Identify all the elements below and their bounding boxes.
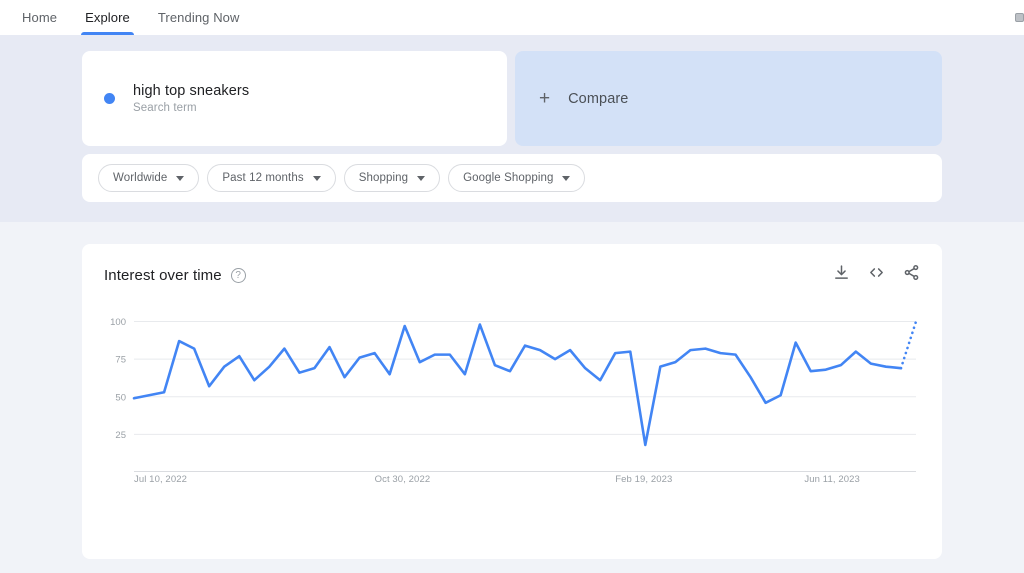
search-hero-band: high top sneakers Search term + Compare …	[0, 35, 1024, 222]
category-filter-label: Shopping	[358, 172, 409, 184]
hero-content: high top sneakers Search term + Compare …	[82, 51, 942, 202]
chart-line-partial-dotted	[899, 320, 918, 370]
search-type-filter[interactable]: Google Shopping	[448, 164, 586, 192]
chart-x-tick-label: Oct 30, 2022	[374, 474, 431, 485]
nav-tab-trending-now-label: Trending Now	[157, 10, 240, 25]
chevron-down-icon	[176, 175, 185, 181]
nav-tabs: Home Explore Trending Now	[8, 0, 254, 35]
chart-x-tick-label: Jun 11, 2023	[804, 474, 860, 485]
search-type-filter-label: Google Shopping	[463, 172, 554, 184]
chart-title: Interest over time	[104, 266, 222, 284]
chevron-down-icon	[312, 175, 321, 181]
search-term-subtitle: Search term	[133, 102, 197, 114]
chart-y-tick-label: 75	[115, 355, 126, 366]
nav-tab-explore[interactable]: Explore	[71, 0, 144, 35]
compare-card[interactable]: + Compare	[515, 51, 942, 146]
chart-action-icons	[833, 264, 920, 286]
download-icon[interactable]	[833, 264, 850, 286]
compare-label: Compare	[568, 90, 629, 107]
chart-x-axis-labels: Jul 10, 2022 Oct 30, 2022 Feb 19, 2023 Jun …	[104, 474, 920, 488]
chart-plot-area: 25 50 75 100 Jul 10, 2022 Oct 30, 2022 Feb 19…	[104, 312, 920, 512]
search-term-card[interactable]: high top sneakers Search term	[82, 51, 507, 146]
series-color-dot-icon	[104, 93, 115, 104]
nav-tab-trending-now[interactable]: Trending Now	[144, 0, 254, 35]
plus-icon: +	[539, 88, 551, 109]
search-term-text: high top sneakers Search term	[133, 83, 249, 114]
chart-line-solid	[132, 323, 903, 447]
topbar-right-actions	[1015, 0, 1024, 35]
search-terms-row: high top sneakers Search term + Compare	[82, 51, 942, 146]
nav-tab-home-label: Home	[22, 10, 58, 25]
category-filter[interactable]: Shopping	[343, 164, 441, 192]
top-navigation-bar: Home Explore Trending Now	[0, 0, 1024, 35]
chart-title-group: Interest over time ?	[104, 267, 246, 284]
interest-over-time-line-chart: 25 50 75 100	[110, 317, 918, 472]
nav-tab-home[interactable]: Home	[8, 0, 71, 35]
chevron-down-icon	[562, 175, 571, 181]
main-content: Interest over time ? 25 50 75 100 Jul 10…	[0, 222, 1024, 559]
embed-code-icon[interactable]	[868, 264, 885, 286]
time-range-filter-label: Past 12 months	[222, 172, 304, 184]
share-icon[interactable]	[903, 264, 920, 286]
square-badge-icon[interactable]	[1015, 13, 1024, 22]
filters-bar: Worldwide Past 12 months Shopping Google…	[82, 154, 942, 202]
help-icon[interactable]: ?	[230, 267, 246, 283]
location-filter-label: Worldwide	[113, 172, 168, 184]
location-filter[interactable]: Worldwide	[98, 164, 200, 192]
nav-tab-explore-label: Explore	[85, 10, 130, 25]
interest-over-time-card: Interest over time ? 25 50 75 100 Jul 10…	[82, 244, 942, 559]
search-term-title: high top sneakers	[133, 83, 250, 99]
chevron-down-icon	[417, 175, 426, 181]
chart-y-tick-label: 100	[110, 317, 126, 328]
chart-y-tick-label: 25	[115, 430, 126, 441]
time-range-filter[interactable]: Past 12 months	[207, 164, 336, 192]
chart-card-header: Interest over time ?	[104, 262, 920, 288]
chart-x-tick-label: Feb 19, 2023	[615, 474, 673, 485]
chart-y-tick-label: 50	[115, 392, 126, 403]
chart-x-tick-label: Jul 10, 2022	[134, 474, 187, 485]
